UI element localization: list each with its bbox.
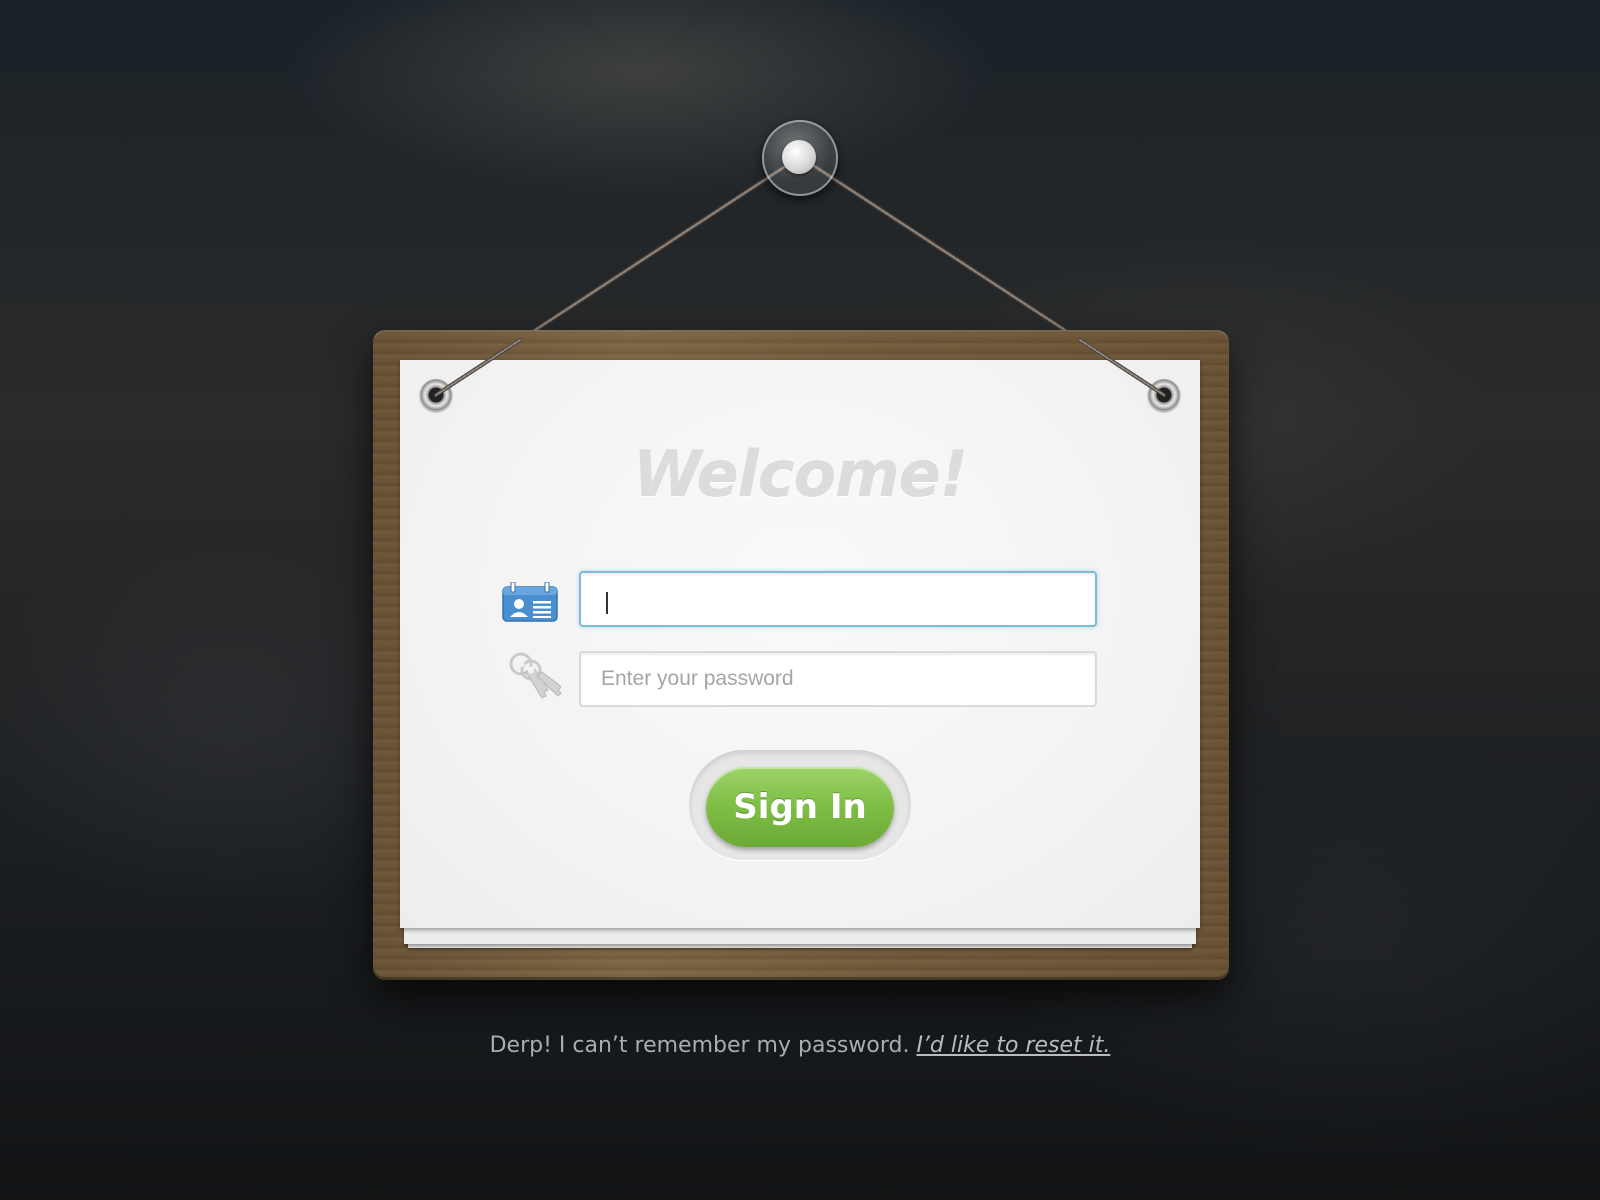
password-input[interactable] bbox=[579, 651, 1097, 707]
forgot-password-message: Derp! I can’t remember my password. I’d … bbox=[0, 1033, 1600, 1058]
username-input[interactable] bbox=[579, 571, 1097, 627]
forgot-password-text: Derp! I can’t remember my password. bbox=[489, 1033, 910, 1058]
pushpin-head bbox=[782, 140, 816, 174]
text-cursor bbox=[606, 592, 608, 614]
keys-icon bbox=[509, 652, 562, 699]
reset-password-link[interactable]: I’d like to reset it. bbox=[916, 1033, 1110, 1058]
grommet-right-icon bbox=[1148, 379, 1180, 411]
id-card-icon bbox=[502, 582, 558, 622]
grommet-left-icon bbox=[420, 379, 452, 411]
pushpin-icon bbox=[762, 120, 838, 196]
sign-in-button[interactable]: Sign In bbox=[706, 767, 894, 847]
welcome-title: Welcome! bbox=[633, 438, 968, 511]
